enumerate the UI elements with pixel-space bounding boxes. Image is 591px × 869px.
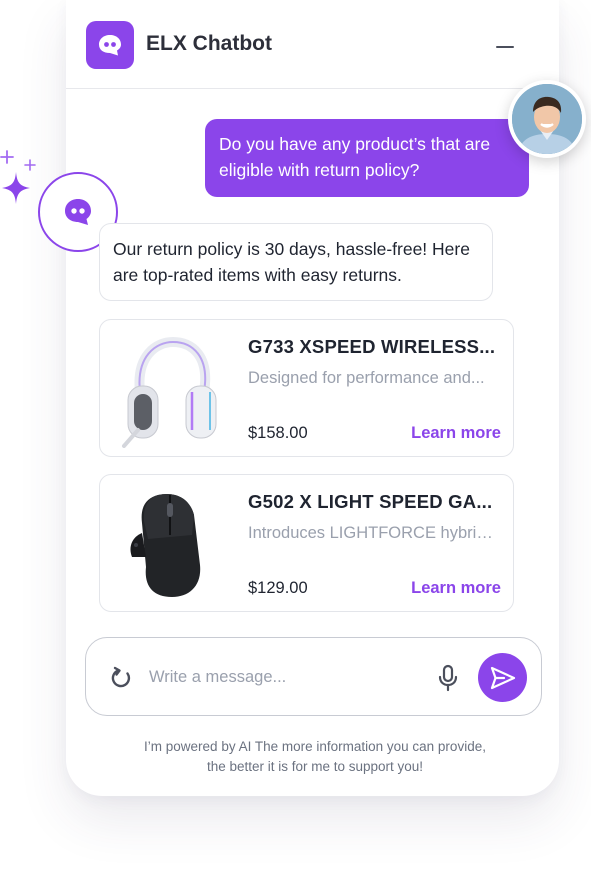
product-price: $129.00 — [248, 579, 308, 597]
product-description: Introduces LIGHTFORCE hybrid... — [248, 524, 496, 542]
disclaimer-line: the better it is for me to support you! — [206, 759, 424, 774]
avatar — [508, 80, 586, 158]
chatbot-logo — [86, 21, 134, 69]
product-name[interactable]: G733 XSPEED WIRELESS... — [248, 336, 500, 358]
user-message: Do you have any product’s that are eligi… — [205, 119, 529, 197]
send-button[interactable] — [478, 653, 527, 702]
mouse-image — [130, 493, 201, 597]
user-avatar-image — [512, 84, 582, 154]
product-name[interactable]: G502 X LIGHT SPEED GA... — [248, 491, 500, 513]
plus-sparkle-icon — [0, 150, 14, 164]
ai-disclaimer: I’m powered by AI The more information y… — [100, 737, 530, 777]
minimize-icon[interactable] — [496, 34, 516, 54]
product-card[interactable]: G733 XSPEED WIRELESS... Designed for per… — [99, 319, 514, 457]
plus-sparkle-icon — [24, 159, 36, 171]
chat-bubble-icon — [99, 35, 121, 56]
product-card[interactable]: G502 X LIGHT SPEED GA... Introduces LIGH… — [99, 474, 514, 612]
send-icon — [490, 666, 515, 689]
learn-more-link[interactable]: Learn more — [411, 424, 501, 443]
product-price: $158.00 — [248, 424, 308, 442]
headset-image — [122, 336, 217, 448]
bot-message: Our return policy is 30 days, hassle-fre… — [99, 223, 493, 301]
sparkle-icon — [2, 172, 30, 204]
disclaimer-line: I’m powered by AI The more information y… — [144, 739, 486, 754]
message-input[interactable] — [149, 660, 419, 694]
refresh-icon[interactable] — [108, 665, 134, 691]
product-description: Designed for performance and... — [248, 369, 485, 387]
microphone-icon[interactable] — [436, 664, 460, 692]
chat-title: ELX Chatbot — [146, 32, 272, 55]
chat-header: ELX Chatbot — [66, 0, 559, 89]
chat-bubble-icon — [65, 199, 91, 225]
message-composer — [85, 637, 542, 716]
learn-more-link[interactable]: Learn more — [411, 579, 501, 598]
